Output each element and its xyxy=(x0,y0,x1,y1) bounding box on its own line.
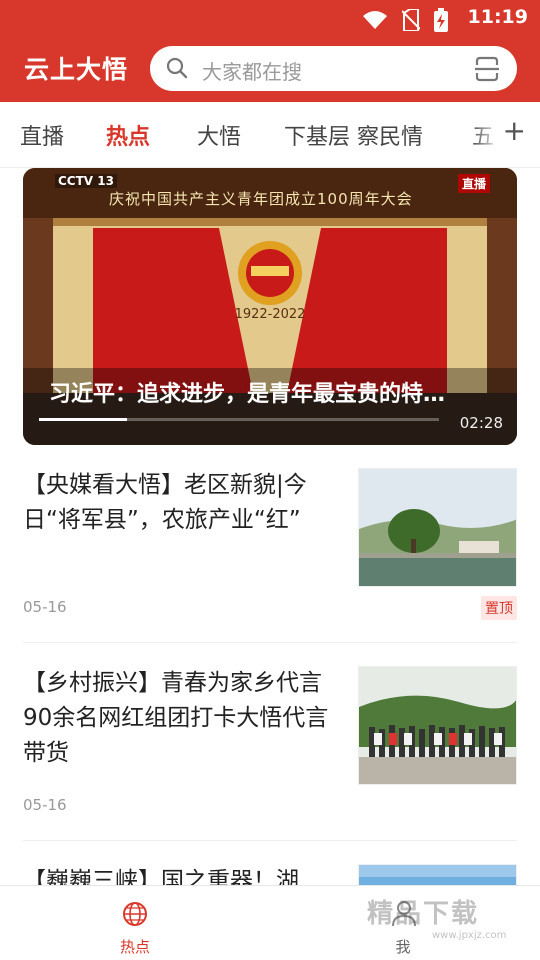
category-tabs: 直播 热点 大悟 下基层 察民情 五 + xyxy=(0,102,540,168)
news-date: 05-16 xyxy=(23,796,67,814)
news-title: 【央媒看大悟】老区新貌|今日“将军县”，农旅产业“红” xyxy=(23,472,307,533)
status-bar: 11:19 xyxy=(0,0,540,38)
tab-live[interactable]: 直播 xyxy=(20,119,64,151)
live-badge: 直播 xyxy=(457,174,490,193)
no-sim-icon xyxy=(401,8,421,35)
nav-hot[interactable]: 热点 xyxy=(85,886,185,960)
news-item[interactable]: 【央媒看大悟】老区新貌|今日“将军县”，农旅产业“红” 05-16 置顶 xyxy=(23,468,517,620)
app-screen: 11:19 云上大悟 大家都在搜 直播 热点 大悟 下基层 察民情 五 + xyxy=(0,0,540,960)
emblem-years: 1922-2022 xyxy=(235,307,306,322)
channel-badge: CCTV 13 xyxy=(55,174,117,188)
news-title: 【乡村振兴】青春为家乡代言 90余名网红组团打卡大悟代言带货 xyxy=(23,670,329,766)
video-progress[interactable] xyxy=(39,418,439,421)
news-thumbnail xyxy=(358,468,517,587)
search-icon xyxy=(166,57,188,83)
nav-hot-label: 热点 xyxy=(119,938,150,956)
tab-grassroots[interactable]: 下基层 察民情 xyxy=(284,119,423,151)
featured-video-card[interactable]: 1922-2022 CCTV 13 直播 庆祝中国共产主义青年团成立100周年大… xyxy=(23,168,517,445)
app-title: 云上大悟 xyxy=(24,55,129,84)
pinned-badge: 置顶 xyxy=(481,596,517,620)
search-placeholder: 大家都在搜 xyxy=(202,60,302,84)
news-date: 05-16 xyxy=(23,598,67,616)
video-banner-text: 庆祝中国共产主义青年团成立100周年大会 xyxy=(109,190,413,208)
video-progress-fill xyxy=(39,418,127,421)
news-item[interactable]: 【乡村振兴】青春为家乡代言 90余名网红组团打卡大悟代言带货 05-16 xyxy=(23,666,517,816)
search-bar[interactable]: 大家都在搜 xyxy=(150,46,517,91)
battery-charging-icon xyxy=(434,8,448,36)
video-caption: 习近平：追求进步，是青年最宝贵的特… xyxy=(49,382,446,407)
status-time: 11:19 xyxy=(467,6,528,28)
news-thumbnail xyxy=(358,666,517,785)
site-watermark: 精品下载 xyxy=(367,899,480,929)
video-duration: 02:28 xyxy=(459,414,503,432)
scan-icon[interactable] xyxy=(474,56,500,86)
globe-icon xyxy=(122,901,148,931)
tab-hot[interactable]: 热点 xyxy=(106,119,150,151)
site-watermark-url: www.jpxjz.com xyxy=(432,930,507,941)
add-tab-button[interactable]: + xyxy=(503,114,526,147)
tab-dawu[interactable]: 大悟 xyxy=(197,119,241,151)
wifi-icon xyxy=(362,10,388,34)
app-header: 11:19 云上大悟 大家都在搜 xyxy=(0,0,540,102)
